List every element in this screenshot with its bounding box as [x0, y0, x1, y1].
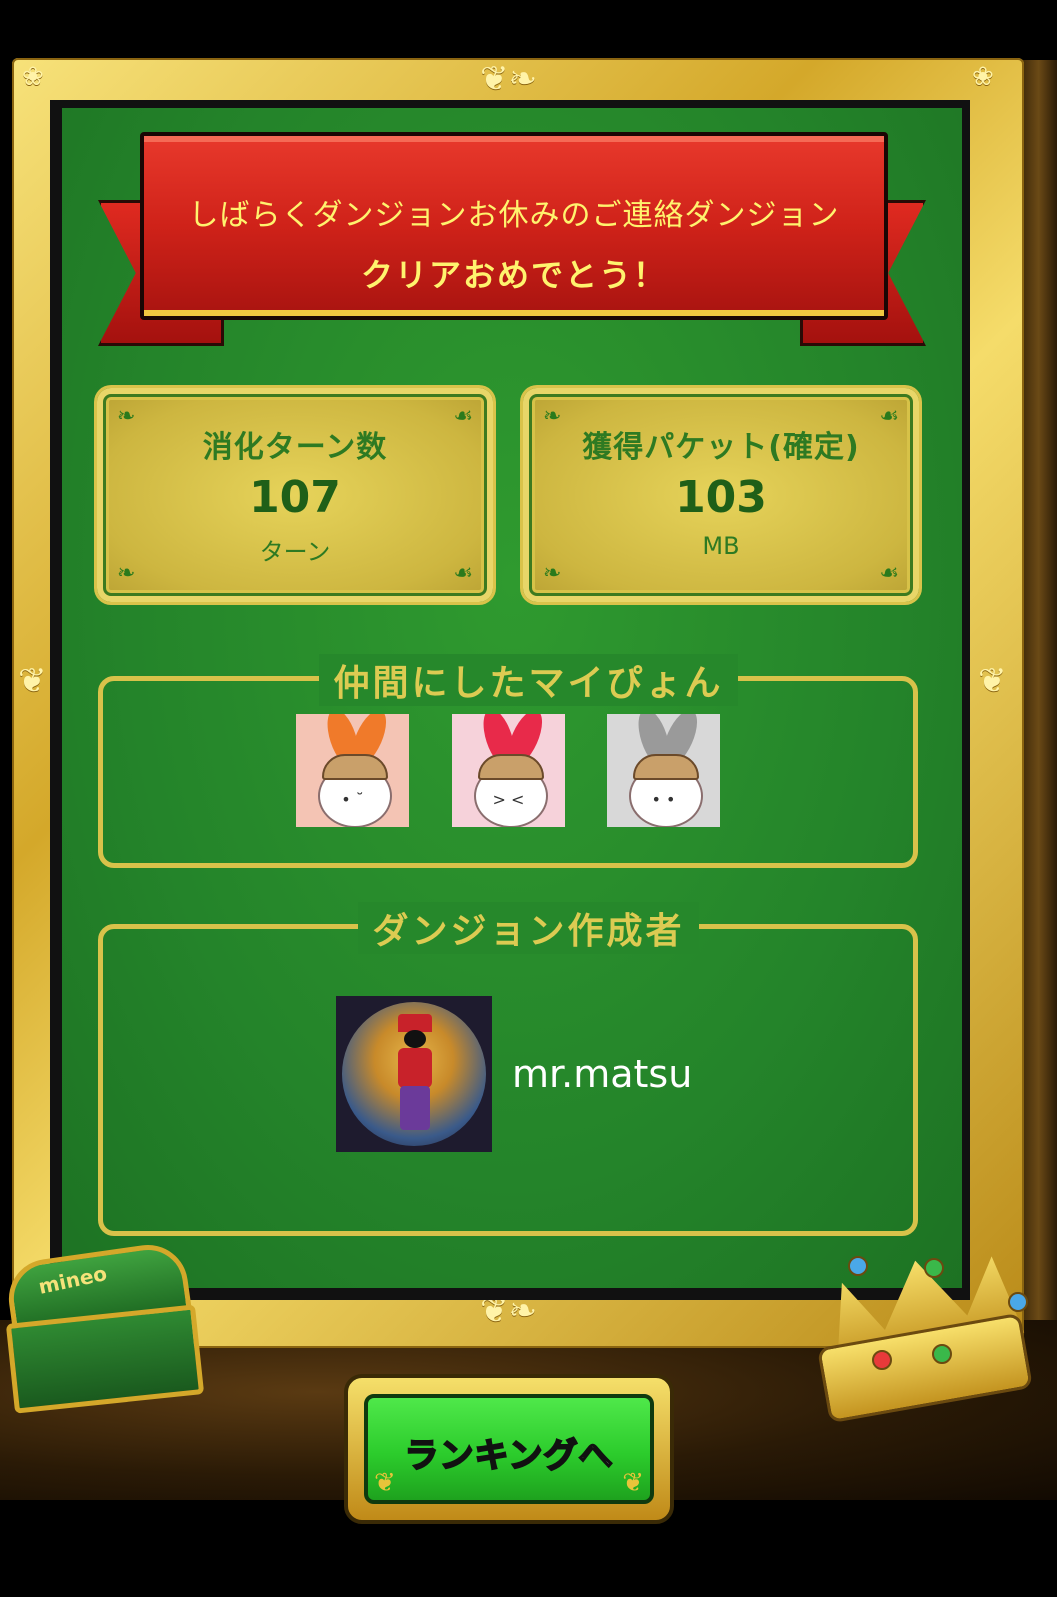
- buddy-red-bunny[interactable]: > <: [452, 714, 565, 827]
- creator-avatar[interactable]: [336, 996, 492, 1152]
- eyes-icon: • •: [651, 790, 676, 809]
- turns-card: ❧ ☙ ❧ ☙ 消化ターン数 107 ターン: [97, 388, 493, 602]
- buddies-heading: 仲間にしたマイぴょん: [0, 654, 1057, 706]
- packets-value: 103: [675, 472, 767, 523]
- frame-corner-tl-icon: ❀: [22, 62, 44, 92]
- hat-icon: [322, 754, 388, 780]
- curl-icon: ❦: [374, 1468, 396, 1498]
- turns-value: 107: [249, 472, 341, 523]
- dungeon-title: しばらくダンジョンお休みのご連絡ダンジョン: [188, 198, 840, 233]
- buddies-title: 仲間にしたマイぴょん: [319, 654, 738, 706]
- person-icon: [394, 1014, 436, 1134]
- crown-icon: [812, 1250, 1034, 1430]
- eyes-icon: • ˘: [341, 790, 364, 809]
- clear-banner: しばらくダンジョンお休みのご連絡ダンジョン クリアおめでとう！: [140, 132, 888, 320]
- turns-unit: ターン: [259, 538, 331, 566]
- buddy-gray-bunny[interactable]: • •: [607, 714, 720, 827]
- avatar-head: [404, 1030, 426, 1048]
- leaf-icon: ❧: [543, 561, 562, 586]
- curl-icon: ❦: [622, 1468, 644, 1498]
- ranking-button[interactable]: ランキングへ ❦ ❦: [364, 1394, 654, 1504]
- eyes-icon: > <: [492, 790, 525, 809]
- packets-title: 獲得パケット(確定): [582, 430, 860, 465]
- clear-message: クリアおめでとう！: [360, 256, 667, 294]
- chest-base: [5, 1304, 205, 1414]
- turns-title: 消化ターン数: [202, 430, 388, 465]
- packets-card: ❧ ☙ ❧ ☙ 獲得パケット(確定) 103 MB: [523, 388, 919, 602]
- hat-icon: [478, 754, 544, 780]
- avatar-legs: [400, 1086, 430, 1130]
- gem-icon: [924, 1258, 944, 1278]
- frame-ornament-top-icon: ❦❧: [480, 59, 537, 99]
- creator-heading: ダンジョン作成者: [0, 902, 1057, 954]
- treasure-chest-icon: mineo: [0, 1239, 205, 1414]
- creator-name[interactable]: mr.matsu: [512, 1052, 692, 1096]
- gem-icon: [1008, 1292, 1028, 1312]
- hat-icon: [633, 754, 699, 780]
- avatar-body: [398, 1048, 432, 1088]
- ranking-button-frame: ランキングへ ❦ ❦: [344, 1374, 674, 1524]
- packets-unit: MB: [702, 532, 740, 560]
- gem-icon: [848, 1256, 868, 1276]
- creator-title: ダンジョン作成者: [358, 902, 699, 954]
- gem-icon: [872, 1350, 892, 1370]
- buddy-orange-bunny[interactable]: • ˘: [296, 714, 409, 827]
- frame-corner-tr-icon: ❀: [972, 62, 994, 92]
- creator-section: [98, 924, 918, 1236]
- gem-icon: [932, 1344, 952, 1364]
- ranking-button-label: ランキングへ: [404, 1435, 614, 1477]
- leaf-icon: ☙: [879, 561, 899, 586]
